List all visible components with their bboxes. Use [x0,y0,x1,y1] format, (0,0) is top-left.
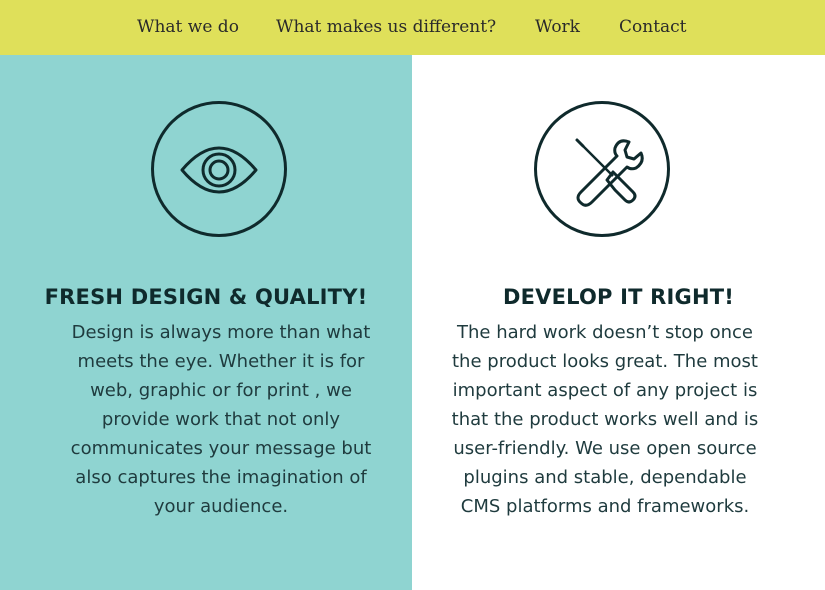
nav-link-what-we-do[interactable]: What we do [137,16,239,38]
top-navigation: What we do What makes us different? Work… [0,0,825,55]
eye-icon [151,101,287,237]
nav-link-work[interactable]: Work [535,16,580,38]
nav-link-what-makes-us-different[interactable]: What makes us different? [276,16,496,38]
nav-link-contact[interactable]: Contact [619,16,687,38]
section-fresh-design: FRESH DESIGN & QUALITY! Design is always… [0,55,412,590]
section-develop-it-right: DEVELOP IT RIGHT! The hard work doesn’t … [412,55,825,590]
section-body-text: The hard work doesn’t stop once the prod… [451,322,759,517]
section-body-text: Design is always more than what meets th… [70,322,372,517]
section-heading: FRESH DESIGN & QUALITY! [44,285,368,310]
section-heading: DEVELOP IT RIGHT! [502,285,735,310]
tools-icon [534,101,670,237]
